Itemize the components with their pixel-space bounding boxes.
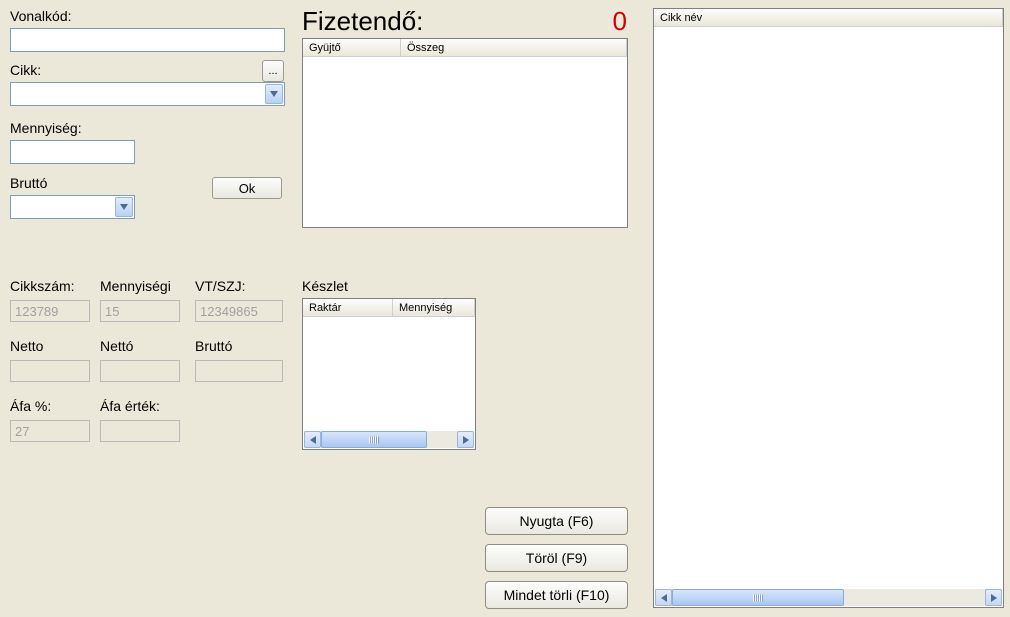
- fizetendo-value: 0: [613, 6, 627, 37]
- fizetendo-list[interactable]: Gyüjtő Összeg: [302, 38, 628, 228]
- afapct-field: [10, 420, 90, 442]
- ok-button[interactable]: Ok: [212, 177, 282, 199]
- chevron-down-icon[interactable]: [115, 197, 133, 217]
- list-header: Raktár Mennyiség: [303, 299, 475, 317]
- keszlet-list[interactable]: Raktár Mennyiség: [302, 298, 476, 450]
- list-header: Cikk név: [654, 9, 1003, 27]
- scroll-right-icon[interactable]: [457, 431, 474, 448]
- torol-button[interactable]: Töröl (F9): [485, 544, 628, 572]
- nyugta-button[interactable]: Nyugta (F6): [485, 507, 628, 535]
- brutto-combo[interactable]: [10, 195, 135, 219]
- col-mennyiseg[interactable]: Mennyiség: [393, 299, 475, 316]
- mindet-button[interactable]: Mindet törli (F10): [485, 581, 628, 609]
- scroll-thumb[interactable]: [672, 589, 844, 606]
- brutto2-field: [195, 360, 283, 382]
- netto2-field: [100, 360, 180, 382]
- scrollbar-horizontal[interactable]: [655, 589, 1002, 606]
- netto2-label: Nettó: [100, 338, 133, 354]
- brutto2-label: Bruttó: [195, 338, 232, 354]
- mennyisegi-field: [100, 300, 180, 322]
- afapct-label: Áfa %:: [10, 398, 51, 414]
- col-gyujto[interactable]: Gyüjtő: [303, 39, 401, 56]
- cikkszam-field: [10, 300, 90, 322]
- vtszj-label: VT/SZJ:: [195, 278, 246, 294]
- qty-input[interactable]: [10, 140, 135, 164]
- scroll-thumb[interactable]: [321, 431, 427, 448]
- scroll-left-icon[interactable]: [655, 589, 672, 606]
- col-raktar[interactable]: Raktár: [303, 299, 393, 316]
- netto1-field: [10, 360, 90, 382]
- keszlet-label: Készlet: [302, 278, 348, 294]
- scrollbar-horizontal[interactable]: [304, 431, 474, 448]
- netto1-label: Netto: [10, 338, 43, 354]
- mennyisegi-label: Mennyiségi: [100, 278, 171, 294]
- scroll-right-icon[interactable]: [985, 589, 1002, 606]
- cikk-list[interactable]: Cikk név: [653, 8, 1004, 608]
- brutto-label: Bruttó: [10, 175, 47, 191]
- qty-label: Mennyiség:: [10, 120, 82, 136]
- list-header: Gyüjtő Összeg: [303, 39, 627, 57]
- fizetendo-label: Fizetendő:: [302, 6, 423, 37]
- barcode-input[interactable]: [10, 28, 285, 52]
- cikkszam-label: Cikkszám:: [10, 278, 75, 294]
- afaertek-field: [100, 420, 180, 442]
- browse-button[interactable]: ...: [262, 60, 284, 82]
- barcode-label: Vonalkód:: [10, 8, 72, 24]
- vtszj-field: [195, 300, 283, 322]
- afaertek-label: Áfa érték:: [100, 398, 160, 414]
- chevron-down-icon[interactable]: [265, 84, 283, 104]
- scroll-left-icon[interactable]: [304, 431, 321, 448]
- item-label: Cikk:: [10, 62, 41, 78]
- item-combo[interactable]: [10, 82, 285, 106]
- col-osszeg[interactable]: Összeg: [401, 39, 627, 56]
- col-cikknev[interactable]: Cikk név: [654, 9, 1003, 26]
